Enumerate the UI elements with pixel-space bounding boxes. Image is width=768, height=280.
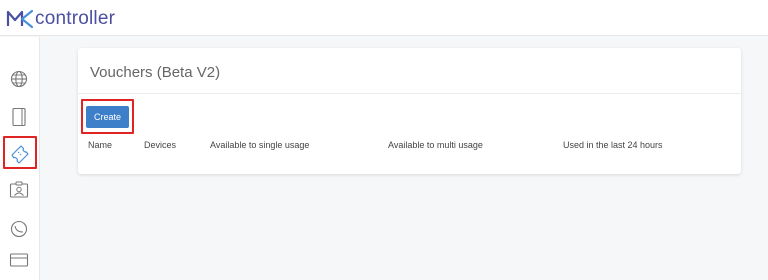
credit-card-icon: [9, 253, 29, 267]
column-header-name: Name: [88, 140, 113, 150]
globe-icon: [10, 70, 28, 88]
top-bar: controller: [0, 0, 768, 36]
page-title: Vouchers (Beta V2): [90, 64, 221, 81]
document-icon: [12, 107, 26, 127]
id-card-icon: [9, 181, 29, 198]
sidebar: [0, 37, 40, 280]
logo-text: controller: [35, 8, 116, 29]
column-header-used-24h: Used in the last 24 hours: [563, 140, 663, 150]
vouchers-card: Vouchers (Beta V2) Create Name Devices A…: [78, 48, 741, 174]
sidebar-item-document[interactable]: [8, 106, 30, 128]
app-logo[interactable]: controller: [6, 7, 115, 31]
sidebar-item-dial[interactable]: [8, 218, 30, 240]
sidebar-item-vouchers[interactable]: [8, 142, 30, 164]
dial-icon: [10, 220, 28, 238]
logo-mark-icon: [6, 9, 34, 29]
sidebar-item-billing[interactable]: [8, 249, 30, 271]
card-divider: [78, 93, 741, 94]
column-header-devices: Devices: [144, 140, 177, 150]
ticket-icon: [11, 145, 29, 164]
column-header-single-usage: Available to single usage: [210, 140, 310, 150]
create-button[interactable]: Create: [86, 106, 129, 128]
column-header-multi-usage: Available to multi usage: [388, 140, 483, 150]
sidebar-item-profile[interactable]: [8, 179, 30, 201]
sidebar-item-globe[interactable]: [8, 68, 30, 90]
